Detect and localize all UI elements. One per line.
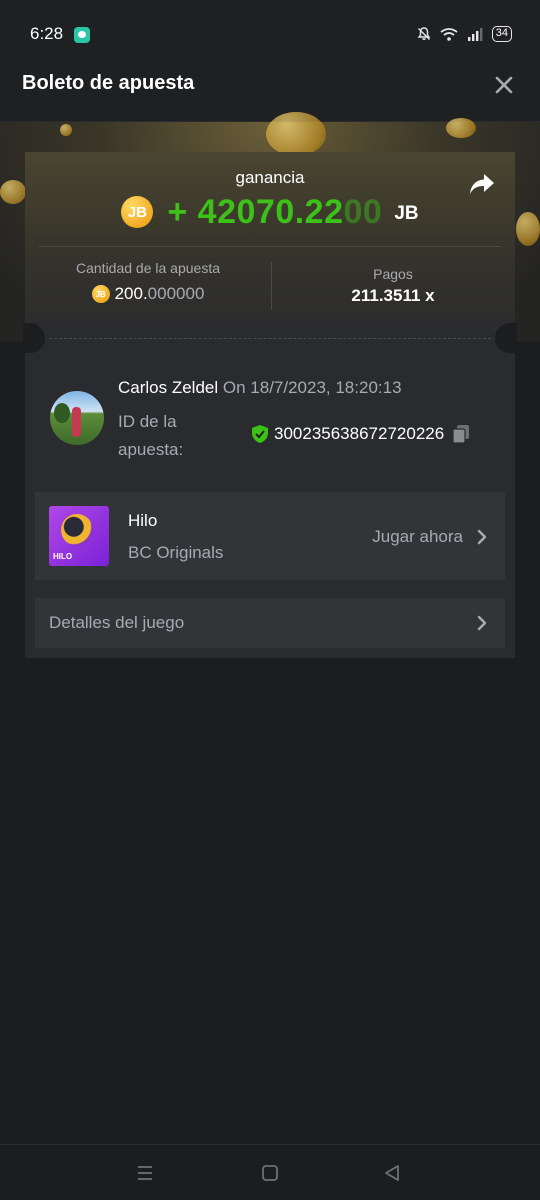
home-icon[interactable] (260, 1164, 280, 1182)
play-now-link[interactable]: Jugar ahora (372, 527, 463, 547)
chevron-right-icon (477, 615, 487, 631)
decorative-coin (60, 124, 72, 136)
app-notification-icon (74, 27, 90, 43)
win-amount: + 42070.2200 (167, 193, 382, 232)
bet-amount-block: Cantidad de la apuesta JB 200.000000 (25, 260, 271, 304)
signal-icon (467, 27, 483, 41)
status-bar: 6:28 34 (0, 0, 540, 48)
divider (39, 246, 501, 247)
dashed-divider (49, 338, 491, 339)
bet-ticket-card: ganancia JB + 42070.2200 JB Cantidad de … (23, 152, 517, 658)
jb-coin-icon: JB (121, 196, 154, 228)
system-nav-bar (0, 1144, 540, 1200)
bet-date: On 18/7/2023, 18:20:13 (218, 378, 402, 397)
ticket-notch-right (495, 323, 517, 353)
mute-icon (417, 27, 431, 40)
bet-amount-row: JB 200.000000 (25, 284, 271, 304)
chevron-right-icon (477, 529, 487, 545)
win-amount-faded: 00 (343, 192, 383, 231)
battery-icon: 34 (491, 26, 512, 42)
bet-id-value: 300235638672720226 (274, 424, 445, 443)
verified-shield-icon (252, 425, 268, 443)
page-title: Boleto de apuesta (22, 72, 195, 94)
game-thumbnail-label: HILO (53, 552, 73, 561)
decorative-coin (266, 112, 326, 156)
bet-amount-value: 200.000000 (115, 284, 205, 304)
header: Boleto de apuesta (0, 48, 540, 122)
decorative-coin (516, 212, 540, 246)
game-row[interactable]: HILO Hilo BC Originals Jugar ahora (35, 492, 505, 580)
game-provider: BC Originals (128, 543, 224, 562)
win-label: ganancia (235, 168, 305, 187)
recent-apps-icon[interactable] (135, 1164, 155, 1182)
copy-icon[interactable] (452, 424, 470, 444)
game-thumbnail: HILO (49, 506, 109, 566)
win-summary: ganancia JB + 42070.2200 JB Cantidad de … (25, 152, 515, 338)
game-details-label: Detalles del juego (49, 613, 185, 632)
payout-block: Pagos 211.3511 x (271, 260, 515, 306)
avatar-figure (72, 407, 81, 437)
status-icons: 34 (417, 26, 512, 42)
win-currency: JB (394, 203, 419, 224)
avatar-tree (54, 403, 70, 423)
back-icon[interactable] (382, 1164, 402, 1182)
hilo-ball-icon (61, 514, 93, 546)
status-time: 6:28 (30, 24, 64, 43)
user-name[interactable]: Carlos Zeldel (118, 378, 218, 397)
bet-id-row: 300235638672720226 (251, 424, 470, 444)
bet-amount-faded: 000000 (147, 284, 205, 303)
bet-amount-label: Cantidad de la apuesta (76, 260, 220, 276)
close-icon[interactable] (494, 75, 514, 95)
user-line: Carlos Zeldel On 18/7/2023, 18:20:13 (118, 378, 402, 398)
decorative-coin (0, 180, 26, 204)
decorative-coin (446, 118, 476, 138)
game-details-row[interactable]: Detalles del juego (35, 598, 505, 648)
avatar[interactable] (50, 391, 104, 445)
payout-value: 211.3511 x (351, 286, 435, 305)
wifi-icon (440, 27, 458, 41)
payout-label: Pagos (373, 266, 413, 282)
bet-id-label: ID de la apuesta: (118, 412, 184, 459)
win-amount-row: JB + 42070.2200 JB (25, 190, 515, 234)
jb-coin-icon: JB (91, 285, 110, 303)
bet-amount-main: 200. (114, 284, 148, 303)
win-amount-main: + 42070.22 (167, 192, 344, 231)
game-name: Hilo (128, 511, 158, 530)
